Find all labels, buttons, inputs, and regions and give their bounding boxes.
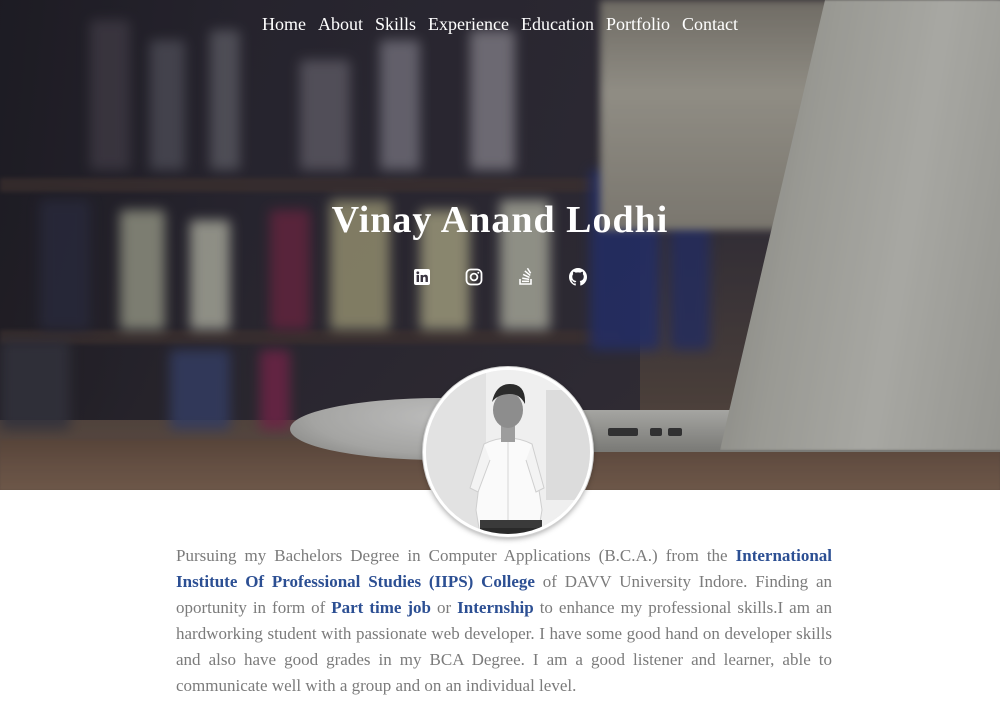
nav-experience[interactable]: Experience xyxy=(428,14,509,35)
stackoverflow-icon[interactable] xyxy=(517,268,535,286)
github-icon[interactable] xyxy=(569,268,587,286)
nav-home[interactable]: Home xyxy=(262,14,306,35)
profile-photo xyxy=(426,370,590,534)
instagram-icon[interactable] xyxy=(465,268,483,286)
profile-name: Vinay Anand Lodhi xyxy=(331,199,669,241)
internship-highlight: Internship xyxy=(457,598,534,617)
part-time-job-highlight: Part time job xyxy=(331,598,432,617)
nav-skills[interactable]: Skills xyxy=(375,14,416,35)
main-nav: Home About Skills Experience Education P… xyxy=(0,14,1000,35)
about-paragraph: Pursuing my Bachelors Degree in Computer… xyxy=(176,543,832,699)
about-text: or xyxy=(431,598,458,617)
profile-avatar xyxy=(423,367,593,537)
nav-about[interactable]: About xyxy=(318,14,363,35)
nav-contact[interactable]: Contact xyxy=(682,14,738,35)
about-text: Pursuing my Bachelors Degree in Computer… xyxy=(176,546,736,565)
nav-portfolio[interactable]: Portfolio xyxy=(606,14,670,35)
social-links xyxy=(0,268,1000,286)
linkedin-icon[interactable] xyxy=(413,268,431,286)
nav-education[interactable]: Education xyxy=(521,14,594,35)
